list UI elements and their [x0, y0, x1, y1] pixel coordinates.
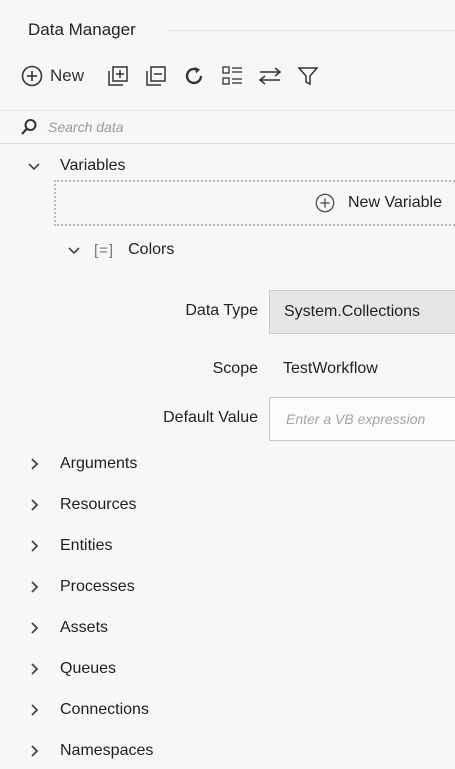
chevron-right-icon: [31, 622, 39, 634]
variable-type-icon: [=]: [94, 241, 115, 259]
default-value-label: Default Value: [163, 409, 258, 426]
default-value-input[interactable]: [284, 410, 455, 428]
search-icon: [21, 119, 37, 135]
expand-all-button[interactable]: [106, 64, 130, 88]
section-label: Namespaces: [60, 742, 154, 759]
chevron-right-icon: [31, 745, 39, 757]
swap-button[interactable]: [258, 64, 282, 88]
search-bar: [0, 110, 455, 144]
panel-title: Data Manager: [28, 20, 136, 39]
sort-icon: [222, 66, 243, 85]
section-resources[interactable]: Resources: [26, 496, 136, 514]
new-button-label: New: [50, 66, 85, 85]
chevron-right-icon: [31, 581, 39, 593]
sort-button[interactable]: [220, 64, 244, 88]
search-input[interactable]: [46, 118, 430, 136]
refresh-icon: [185, 67, 203, 85]
data-type-field[interactable]: System.Collections: [269, 290, 455, 334]
chevron-right-icon: [31, 663, 39, 675]
section-variables-label: Variables: [60, 157, 126, 174]
variable-name: Colors: [128, 241, 175, 258]
data-manager-panel: Data Manager New Search data Variables N…: [0, 0, 455, 769]
scope-label: Scope: [212, 360, 258, 377]
default-value-field[interactable]: [269, 397, 455, 441]
section-label: Queues: [60, 660, 117, 677]
scope-value[interactable]: TestWorkflow: [283, 360, 378, 378]
title-divider: [168, 30, 455, 31]
refresh-button[interactable]: [182, 64, 206, 88]
chevron-down-icon: [28, 163, 40, 171]
filter-button[interactable]: [296, 64, 320, 88]
swap-icon: [258, 67, 282, 85]
variable-item-colors[interactable]: [=] Colors: [66, 241, 174, 259]
chevron-right-icon: [31, 704, 39, 716]
chevron-down-icon: [68, 247, 80, 255]
section-label: Assets: [60, 619, 109, 636]
chevron-right-icon: [31, 458, 39, 470]
section-arguments[interactable]: Arguments: [26, 455, 137, 473]
add-icon: [21, 65, 43, 87]
toolbar: New: [20, 56, 455, 96]
chevron-right-icon: [31, 499, 39, 511]
collapse-all-icon: [146, 66, 166, 86]
section-processes[interactable]: Processes: [26, 578, 135, 596]
data-type-label: Data Type: [185, 302, 258, 319]
section-label: Arguments: [60, 455, 138, 472]
expand-all-icon: [108, 66, 128, 86]
section-queues[interactable]: Queues: [26, 660, 116, 678]
section-label: Entities: [60, 537, 113, 554]
section-label: Resources: [60, 496, 137, 513]
chevron-right-icon: [31, 540, 39, 552]
section-label: Processes: [60, 578, 135, 595]
new-variable-label: New Variable: [348, 194, 442, 211]
section-label: Connections: [60, 701, 149, 718]
filter-icon: [297, 67, 319, 86]
section-assets[interactable]: Assets: [26, 619, 108, 637]
add-icon: [315, 193, 335, 213]
section-namespaces[interactable]: Namespaces: [26, 742, 153, 760]
section-entities[interactable]: Entities: [26, 537, 112, 555]
new-variable-row[interactable]: New Variable: [54, 180, 455, 226]
collapse-all-button[interactable]: [144, 64, 168, 88]
section-connections[interactable]: Connections: [26, 701, 149, 719]
section-variables[interactable]: Variables: [26, 157, 126, 175]
new-button[interactable]: New: [20, 64, 84, 88]
